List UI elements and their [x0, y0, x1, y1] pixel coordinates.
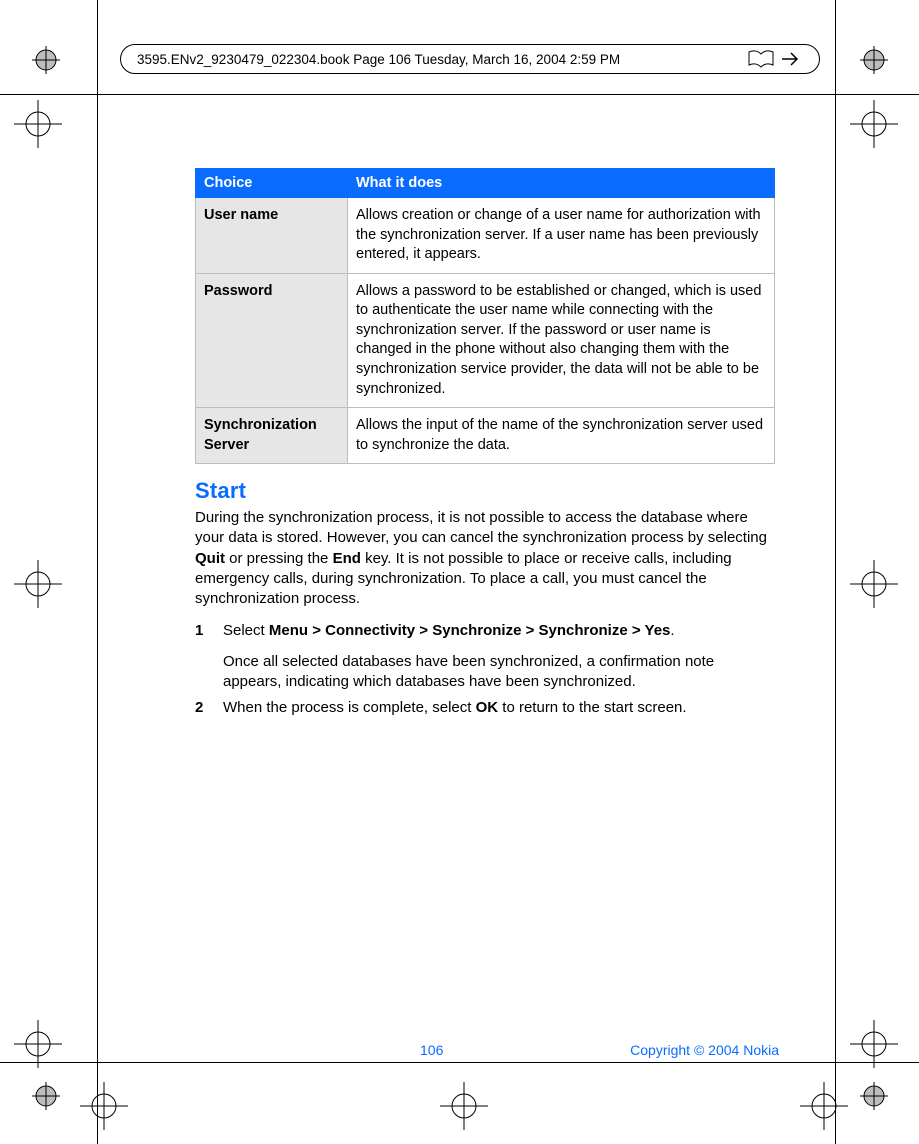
crop-mark-icon: [80, 1082, 128, 1130]
text-bold: OK: [476, 699, 499, 716]
registration-mark-icon: [860, 46, 888, 74]
choice-cell: Synchronization Server: [196, 408, 348, 464]
copyright-text: Copyright © 2004 Nokia: [630, 1042, 779, 1058]
registration-mark-icon: [860, 1082, 888, 1110]
text-bold: End: [333, 550, 361, 567]
registration-mark-icon: [32, 1082, 60, 1110]
step-item: 2 When the process is complete, select O…: [195, 698, 775, 718]
page-header-bar: 3595.ENv2_9230479_022304.book Page 106 T…: [120, 44, 820, 74]
page-content: Choice What it does User name Allows cre…: [195, 168, 775, 724]
text-bold: Quit: [195, 550, 225, 567]
table-header-what: What it does: [348, 169, 775, 198]
crop-mark-icon: [850, 100, 898, 148]
what-cell: Allows creation or change of a user name…: [348, 198, 775, 274]
crop-mark-icon: [440, 1082, 488, 1130]
table-row: Synchronization Server Allows the input …: [196, 408, 775, 464]
registration-mark-icon: [32, 46, 60, 74]
table-row: User name Allows creation or change of a…: [196, 198, 775, 274]
crop-mark-icon: [800, 1082, 848, 1130]
text-run: During the synchronization process, it i…: [195, 509, 767, 546]
book-open-icon: [747, 50, 775, 68]
text-run: .: [670, 622, 674, 639]
section-heading-start: Start: [195, 478, 775, 504]
trim-line-left: [97, 0, 98, 1144]
step-number: 1: [195, 621, 223, 692]
arrow-right-icon: [781, 50, 803, 68]
table-header-choice: Choice: [196, 169, 348, 198]
page-header-text: 3595.ENv2_9230479_022304.book Page 106 T…: [137, 52, 620, 67]
step-list: 1 Select Menu > Connectivity > Synchroni…: [195, 621, 775, 718]
header-icons: [747, 50, 803, 68]
crop-mark-icon: [850, 560, 898, 608]
crop-mark-icon: [850, 1020, 898, 1068]
choice-cell: Password: [196, 273, 348, 407]
text-run: to return to the start screen.: [498, 699, 686, 716]
text-run: Select: [223, 622, 269, 639]
step-body: When the process is complete, select OK …: [223, 698, 775, 718]
start-paragraph: During the synchronization process, it i…: [195, 508, 775, 609]
step-item: 1 Select Menu > Connectivity > Synchroni…: [195, 621, 775, 692]
trim-line-bottom: [0, 1062, 919, 1063]
step-number: 2: [195, 698, 223, 718]
text-run: or pressing the: [225, 550, 333, 567]
text-bold: Menu > Connectivity > Synchronize > Sync…: [269, 622, 671, 639]
page-number: 106: [420, 1042, 443, 1058]
step-body: Select Menu > Connectivity > Synchronize…: [223, 621, 775, 692]
step-followup: Once all selected databases have been sy…: [223, 652, 775, 693]
trim-line-top: [0, 94, 919, 95]
choice-cell: User name: [196, 198, 348, 274]
crop-mark-icon: [14, 560, 62, 608]
text-run: When the process is complete, select: [223, 699, 476, 716]
what-cell: Allows the input of the name of the sync…: [348, 408, 775, 464]
crop-mark-icon: [14, 1020, 62, 1068]
what-cell: Allows a password to be established or c…: [348, 273, 775, 407]
trim-line-right: [835, 0, 836, 1144]
choices-table: Choice What it does User name Allows cre…: [195, 168, 775, 464]
crop-mark-icon: [14, 100, 62, 148]
table-row: Password Allows a password to be establi…: [196, 273, 775, 407]
